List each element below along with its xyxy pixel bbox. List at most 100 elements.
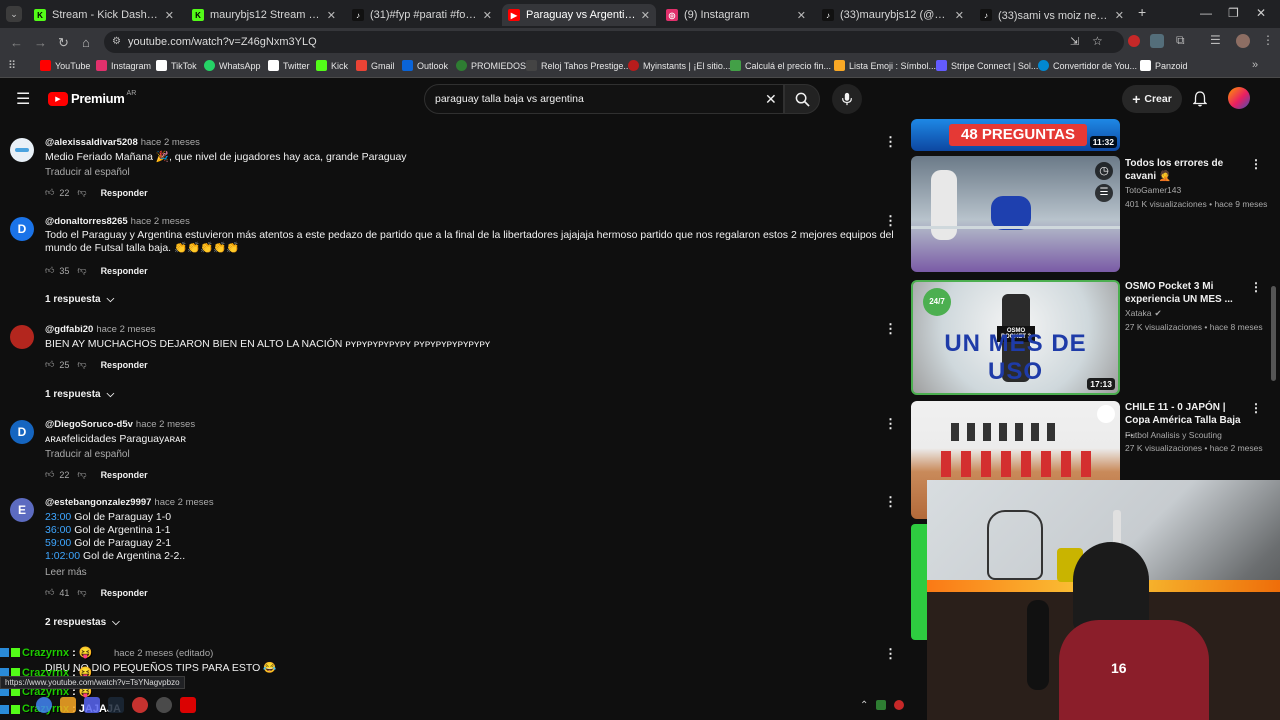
reply-button[interactable]: Responder (101, 266, 148, 276)
video-thumbnail[interactable]: ◷ ☰ (911, 156, 1120, 272)
video-title[interactable]: Todos los errores de cavani 🤦 (1125, 157, 1245, 183)
close-tab-icon[interactable]: ✕ (327, 9, 336, 22)
comment-menu-icon[interactable]: ⋮ (884, 416, 897, 432)
view-replies-button[interactable]: 1 respuesta ⌵ (45, 294, 114, 305)
commenter-avatar[interactable]: D (10, 420, 34, 444)
reply-button[interactable]: Responder (101, 588, 148, 598)
bookmark-calcula[interactable]: Calculá el precio fin... (730, 60, 831, 71)
add-to-queue-icon[interactable]: ☰ (1095, 184, 1113, 202)
dislike-icon[interactable]: 👎︎ (77, 587, 86, 598)
youtube-premium-logo[interactable]: ▶ Premium AR (48, 90, 136, 106)
folder-icon[interactable] (60, 697, 76, 713)
tab-kick-dashboard[interactable]: K Stream - Kick Dashboard ✕ (28, 4, 180, 26)
comment-menu-icon[interactable]: ⋮ (884, 213, 897, 229)
translate-link[interactable]: Traducir al español (45, 449, 130, 460)
like-icon[interactable]: 👍︎ (45, 359, 54, 370)
comment-time[interactable]: hace 2 meses (141, 137, 200, 148)
account-avatar[interactable] (1228, 87, 1250, 109)
comment-time[interactable]: hace 2 meses (154, 497, 213, 508)
bookmark-star-icon[interactable]: ☆ (1092, 34, 1103, 48)
voice-search-button[interactable] (832, 84, 862, 114)
close-window-button[interactable]: ✕ (1256, 6, 1266, 20)
bookmark-convertidor[interactable]: Convertidor de You... (1038, 60, 1137, 71)
comment-author[interactable]: @estebangonzalez9997 (45, 497, 151, 508)
youtube-icon[interactable] (180, 697, 196, 713)
reply-button[interactable]: Responder (101, 470, 148, 480)
bookmark-reloj[interactable]: Reloj Tahos Prestige... (526, 60, 631, 71)
app-icon[interactable] (132, 697, 148, 713)
reply-button[interactable]: Responder (101, 188, 148, 198)
comment-time[interactable]: hace 2 meses (136, 419, 195, 430)
close-tab-icon[interactable]: ✕ (797, 9, 806, 22)
tab-tiktok-profile[interactable]: ♪ (33)maurybjs12 (@maurybjs12) ✕ (816, 4, 970, 26)
address-bar[interactable]: ⚙ youtube.com/watch?v=Z46gNxm3YLQ ⇲ ☆ (104, 31, 1124, 53)
minimize-button[interactable]: — (1200, 6, 1212, 20)
reload-icon[interactable]: ↻ (58, 35, 69, 51)
bookmark-stripe[interactable]: Stripe Connect | Sol... (936, 60, 1038, 71)
channel-name[interactable]: TotoGamer143 (1125, 185, 1181, 195)
comment-menu-icon[interactable]: ⋮ (884, 321, 897, 337)
extensions-puzzle-icon[interactable]: ⧉ (1176, 33, 1185, 48)
comment-menu-icon[interactable]: ⋮ (884, 134, 897, 150)
translate-link[interactable]: Traducir al español (45, 167, 130, 178)
notifications-bell-icon[interactable] (1193, 91, 1207, 107)
reply-button[interactable]: Responder (101, 360, 148, 370)
tab-search-icon[interactable]: ⌄ (6, 6, 22, 22)
obs-icon[interactable] (156, 697, 172, 713)
comment-menu-icon[interactable]: ⋮ (884, 494, 897, 510)
apps-grid-icon[interactable]: ⠿ (8, 59, 16, 72)
tab-tiktok-fyp[interactable]: ♪ (31)#fyp #parati #foryou | TikTok ✕ (346, 4, 498, 26)
tray-icon[interactable] (894, 700, 905, 710)
bookmark-outlook[interactable]: Outlook (402, 60, 448, 71)
read-more-link[interactable]: Leer más (45, 567, 87, 578)
channel-name[interactable]: Futbol Analisis y Scouting (1125, 430, 1222, 440)
timestamp-link[interactable]: 36:00 (45, 524, 71, 536)
home-icon[interactable]: ⌂ (82, 35, 90, 50)
comment-time[interactable]: hace 2 meses (131, 216, 190, 227)
create-button[interactable]: + Crear (1122, 85, 1182, 113)
video-thumbnail[interactable]: 24/7 OSMO POCKET 3 UN MES DE USO 17:13 (911, 280, 1120, 395)
bookmarks-overflow-icon[interactable]: » (1252, 59, 1258, 71)
commenter-avatar[interactable] (10, 325, 34, 349)
bookmark-twitter[interactable]: Twitter (268, 60, 310, 71)
like-icon[interactable]: 👍︎ (45, 469, 54, 480)
profile-avatar[interactable] (1236, 34, 1250, 48)
close-tab-icon[interactable]: ✕ (483, 9, 492, 22)
comment-author[interactable]: @gdfabi20 (45, 324, 93, 335)
bookmark-whatsapp[interactable]: WhatsApp (204, 60, 261, 71)
tab-youtube-active[interactable]: ▶ Paraguay vs Argentina – Fin ✕ (502, 4, 656, 26)
clear-search-icon[interactable]: ✕ (765, 91, 777, 108)
dislike-icon[interactable]: 👎︎ (77, 359, 86, 370)
commenter-avatar[interactable]: D (10, 217, 34, 241)
comment-author[interactable]: @alexissaldivar5208 (45, 137, 138, 148)
close-tab-icon[interactable]: ✕ (165, 9, 174, 22)
like-icon[interactable]: 👍︎ (45, 587, 54, 598)
restore-button[interactable]: ❐ (1228, 6, 1239, 20)
comment-author[interactable]: @donaltorres8265 (45, 216, 128, 227)
video-menu-icon[interactable]: ⋮ (1250, 401, 1262, 415)
comment-menu-icon[interactable]: ⋮ (884, 646, 897, 662)
video-thumbnail[interactable]: 48 PREGUNTAS 11:32 (911, 119, 1120, 151)
tray-chevron-icon[interactable]: ⌃ (860, 700, 868, 711)
timestamp-link[interactable]: 59:00 (45, 537, 71, 549)
extension-icon[interactable] (1150, 34, 1164, 48)
tab-instagram[interactable]: ◎ (9) Instagram ✕ (660, 4, 812, 26)
bookmark-instagram[interactable]: Instagram (96, 60, 151, 71)
bookmark-gmail[interactable]: Gmail (356, 60, 395, 71)
watch-later-icon[interactable]: ◷ (1095, 162, 1113, 180)
close-tab-icon[interactable]: ✕ (641, 9, 650, 22)
bookmark-emoji[interactable]: Lista Emoji : Símbol... (834, 60, 936, 71)
page-scrollbar[interactable] (1271, 286, 1276, 381)
reading-list-icon[interactable]: ☰ (1210, 33, 1221, 47)
dislike-icon[interactable]: 👎︎ (77, 187, 86, 198)
video-title[interactable]: OSMO Pocket 3 Mi experiencia UN MES ... (1125, 280, 1245, 306)
discord-icon[interactable] (84, 697, 100, 713)
timestamp-link[interactable]: 23:00 (45, 511, 71, 523)
dislike-icon[interactable]: 👎︎ (77, 265, 86, 276)
bookmark-panzoid[interactable]: Panzoid (1140, 60, 1188, 71)
comment-author[interactable]: @DiegoSoruco-d5v (45, 419, 133, 430)
search-button[interactable] (784, 84, 820, 114)
like-icon[interactable]: 👍︎ (45, 265, 54, 276)
search-input[interactable]: paraguay talla baja vs argentina ✕ (424, 84, 784, 114)
commenter-avatar[interactable] (10, 138, 34, 162)
